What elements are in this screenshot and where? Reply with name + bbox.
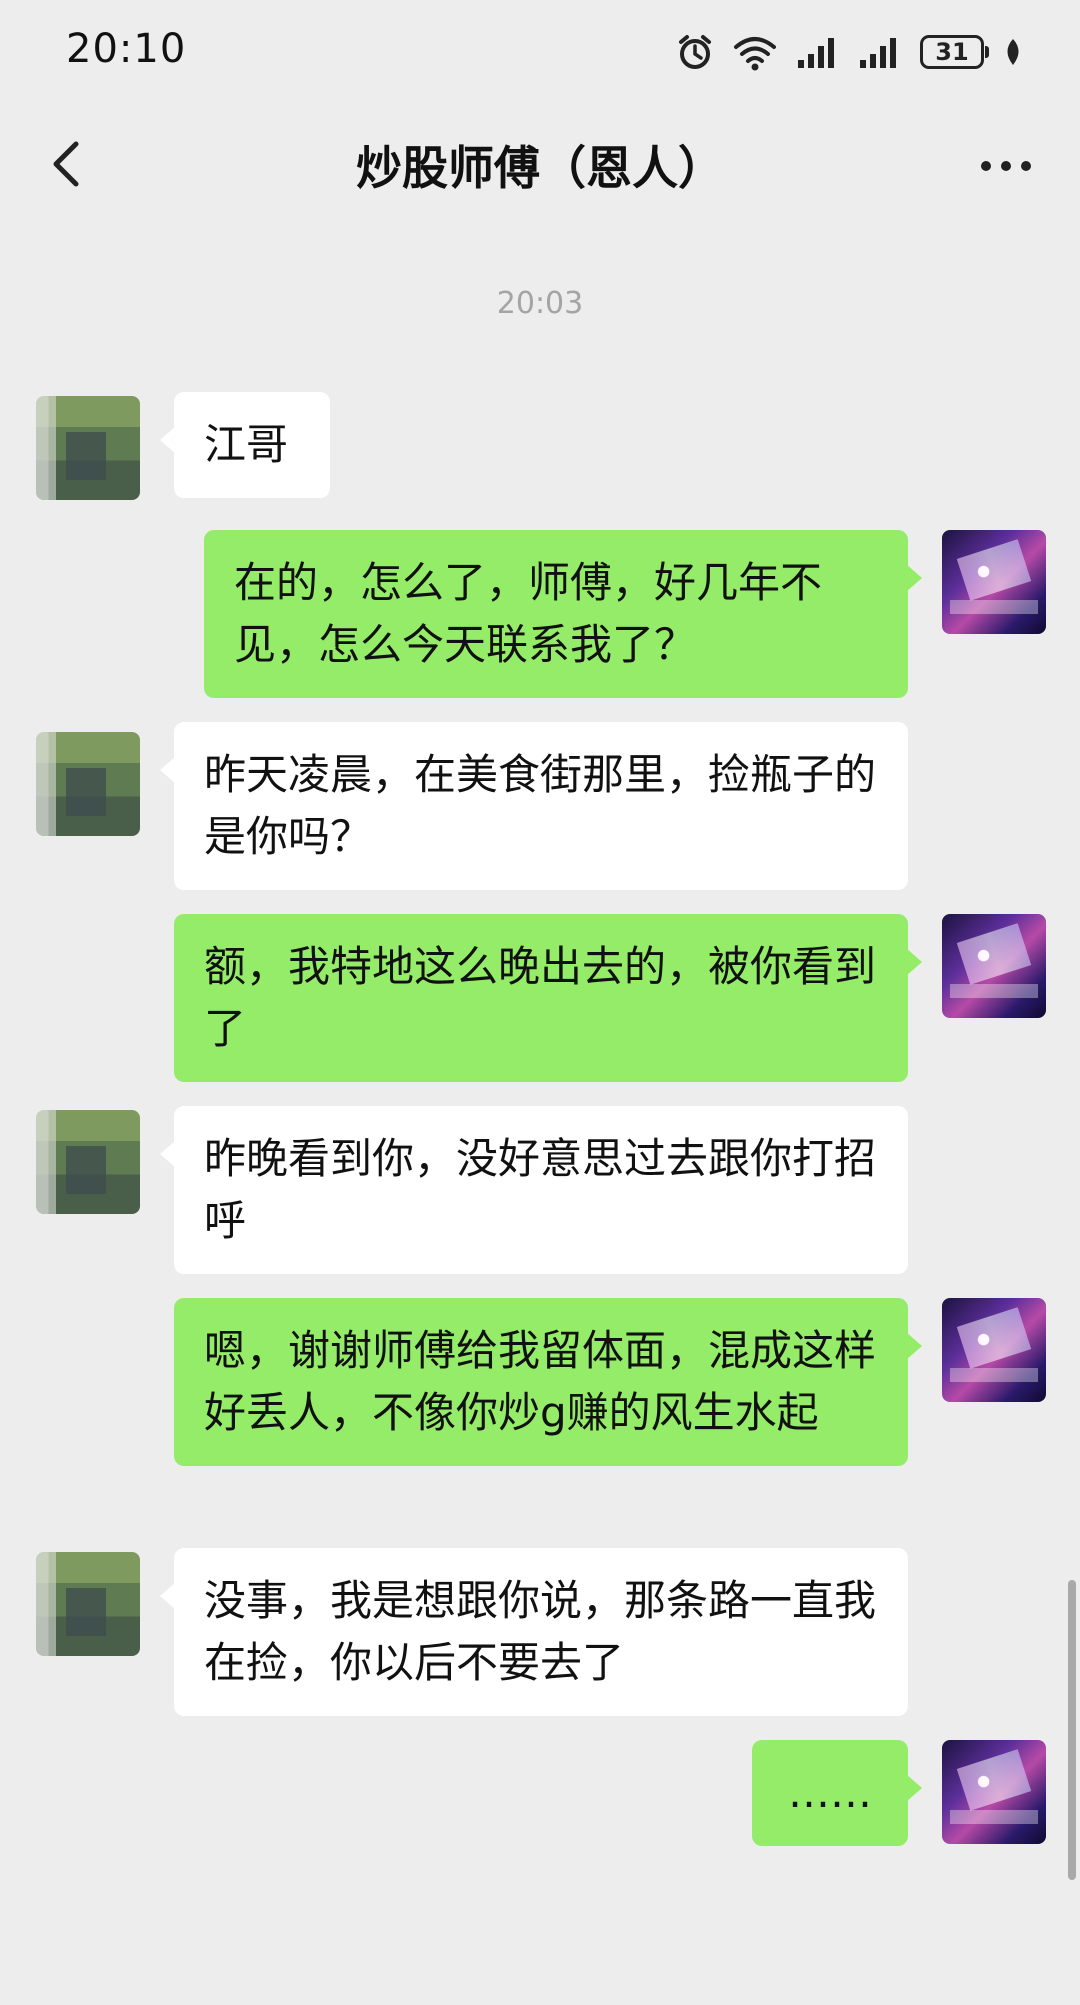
- contact-avatar[interactable]: [36, 396, 140, 500]
- scrollbar[interactable]: [1068, 1580, 1076, 1880]
- alarm-icon: [679, 35, 711, 69]
- chat-title: 炒股师傅（恩人）: [356, 141, 724, 195]
- message-outgoing: ……: [0, 1740, 1080, 1848]
- my-avatar[interactable]: [942, 1298, 1046, 1402]
- leaf-icon: [1007, 39, 1019, 65]
- message-bubble[interactable]: 江哥: [160, 392, 330, 498]
- message-outgoing: 在的，怎么了，师傅，好几年不见，怎么今天联系我了？: [0, 530, 1080, 698]
- signal-icon: [860, 38, 896, 68]
- status-bar: 20:10 31: [0, 0, 1080, 100]
- contact-avatar[interactable]: [36, 1110, 140, 1214]
- signal-icon: [798, 38, 834, 68]
- message-bubble[interactable]: 嗯，谢谢师傅给我留体面，混成这样好丢人，不像你炒g赚的风生水起: [174, 1298, 922, 1466]
- message-bubble[interactable]: 没事，我是想跟你说，那条路一直我在捡，你以后不要去了: [160, 1548, 908, 1716]
- message-incoming: 昨晚看到你，没好意思过去跟你打招呼: [0, 1106, 1080, 1274]
- message-bubble[interactable]: 额，我特地这么晚出去的，被你看到了: [174, 914, 922, 1082]
- message-incoming: 江哥: [0, 392, 1080, 504]
- message-incoming: 昨天凌晨，在美食街那里，捡瓶子的是你吗？: [0, 722, 1080, 890]
- chat-header: 炒股师傅（恩人）: [0, 110, 1080, 220]
- chat-timestamp: 20:03: [496, 286, 584, 321]
- message-outgoing: 额，我特地这么晚出去的，被你看到了: [0, 914, 1080, 1082]
- battery-icon: 31: [920, 35, 989, 69]
- message-bubble[interactable]: ……: [752, 1740, 922, 1846]
- contact-avatar[interactable]: [36, 1552, 140, 1656]
- my-avatar[interactable]: [942, 914, 1046, 1018]
- message-incoming: 没事，我是想跟你说，那条路一直我在捡，你以后不要去了: [0, 1548, 1080, 1716]
- more-dots-icon[interactable]: [976, 146, 1036, 186]
- message-outgoing: 嗯，谢谢师傅给我留体面，混成这样好丢人，不像你炒g赚的风生水起: [0, 1298, 1080, 1516]
- message-bubble[interactable]: 昨晚看到你，没好意思过去跟你打招呼: [160, 1106, 908, 1274]
- my-avatar[interactable]: [942, 1740, 1046, 1844]
- status-time: 20:10: [66, 26, 187, 72]
- status-icons: 31: [676, 30, 1024, 74]
- message-bubble[interactable]: 在的，怎么了，师傅，好几年不见，怎么今天联系我了？: [204, 530, 922, 698]
- my-avatar[interactable]: [942, 530, 1046, 634]
- message-bubble[interactable]: 昨天凌晨，在美食街那里，捡瓶子的是你吗？: [160, 722, 908, 890]
- wifi-icon: [734, 37, 776, 71]
- contact-avatar[interactable]: [36, 732, 140, 836]
- chat-screen: 20:10 31 炒股师傅（恩人） 20:03 江哥 在的，怎么了，师傅，好几年…: [0, 0, 1080, 2005]
